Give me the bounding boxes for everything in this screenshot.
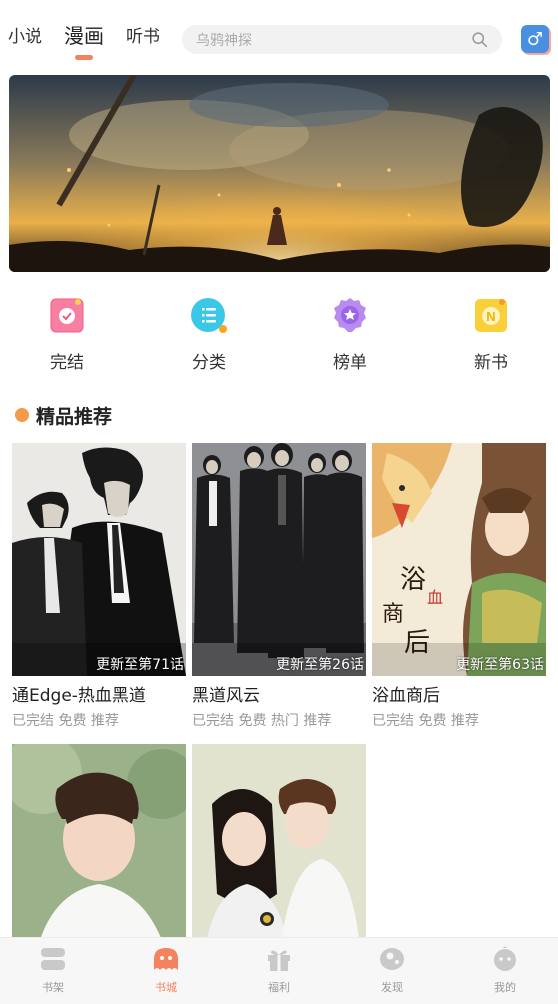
- profile-icon: [494, 946, 516, 971]
- search-placeholder: 乌鸦神探: [196, 33, 252, 49]
- tab-audiobook[interactable]: 听书: [126, 22, 160, 47]
- comic-cover[interactable]: 浴 商 后 血 更新至第63话: [372, 443, 546, 676]
- comic-title[interactable]: 通Edge-热血黑道: [12, 681, 186, 706]
- tab-comic[interactable]: 漫画: [64, 20, 104, 49]
- search-icon[interactable]: [471, 31, 488, 48]
- ranking-badge-icon: [331, 296, 369, 334]
- nav-profile[interactable]: 我的: [475, 946, 535, 995]
- update-badge: 更新至第71话: [96, 657, 184, 673]
- svg-text:商: 商: [382, 602, 404, 627]
- nav-discover[interactable]: 发现: [362, 946, 422, 995]
- nav-label: 书城: [155, 981, 177, 994]
- nav-label: 福利: [268, 981, 290, 994]
- comic-cover[interactable]: 更新至第26话: [192, 443, 366, 676]
- bookstore-icon: [154, 948, 178, 970]
- active-tab-indicator: [75, 55, 93, 60]
- nav-label: 发现: [381, 981, 403, 994]
- bottom-navigation: 书架 书城 福利 发现 我的: [0, 937, 558, 1004]
- comic-card[interactable]: 更新至第26话 黑道风云 已完结 免费 热门 推荐: [192, 443, 366, 730]
- quick-nav-label: 新书: [474, 353, 508, 373]
- quick-nav-label: 完结: [50, 353, 84, 373]
- update-badge: 更新至第26话: [276, 657, 364, 673]
- male-icon: ♂: [526, 28, 544, 50]
- discover-icon: [380, 948, 404, 970]
- section-title: 精品推荐: [36, 406, 113, 428]
- completed-book-icon: [48, 296, 86, 334]
- comic-title[interactable]: 浴血商后: [372, 681, 546, 706]
- tab-novel[interactable]: 小说: [8, 22, 42, 47]
- quick-nav-label: 榜单: [333, 353, 367, 373]
- category-list-icon: [190, 296, 228, 334]
- bookshelf-icon: [41, 948, 65, 970]
- comic-title[interactable]: 黑道风云: [192, 681, 366, 706]
- comic-cover[interactable]: 更新至第71话: [12, 443, 186, 676]
- gift-icon: [268, 950, 290, 971]
- nav-bookshelf[interactable]: 书架: [23, 946, 83, 995]
- search-bar[interactable]: 乌鸦神探: [182, 25, 502, 54]
- quick-nav-category[interactable]: 分类: [159, 296, 259, 373]
- quick-nav-ranking[interactable]: 榜单: [300, 296, 400, 373]
- comic-card[interactable]: 更新至第71话 通Edge-热血黑道 已完结 免费 推荐: [12, 443, 186, 730]
- section-dot-icon: [15, 408, 29, 422]
- quick-nav-completed[interactable]: 完结: [17, 296, 117, 373]
- nav-label: 我的: [494, 981, 516, 994]
- nav-label: 书架: [42, 981, 64, 994]
- nav-welfare[interactable]: 福利: [249, 946, 309, 995]
- svg-text:浴: 浴: [400, 565, 426, 595]
- banner-carousel[interactable]: [9, 75, 550, 272]
- new-book-icon: N: [472, 296, 510, 334]
- comic-tags: 已完结 免费 热门 推荐: [192, 713, 332, 729]
- svg-text:血: 血: [427, 588, 443, 607]
- quick-nav-new-books[interactable]: N 新书: [441, 296, 541, 373]
- comic-tags: 已完结 免费 推荐: [372, 713, 479, 729]
- top-bar: 小说 漫画 听书 乌鸦神探 ♂: [0, 0, 558, 70]
- comic-tags: 已完结 免费 推荐: [12, 713, 119, 729]
- quick-nav-label: 分类: [192, 353, 226, 373]
- gender-toggle-button[interactable]: ♂: [521, 25, 549, 53]
- nav-bookstore[interactable]: 书城: [136, 946, 196, 995]
- comic-card[interactable]: 浴 商 后 血 更新至第63话 浴血商后 已完结 免费 推荐: [372, 443, 546, 730]
- banner-image: [9, 75, 550, 272]
- update-badge: 更新至第63话: [456, 657, 544, 673]
- svg-text:N: N: [486, 309, 495, 324]
